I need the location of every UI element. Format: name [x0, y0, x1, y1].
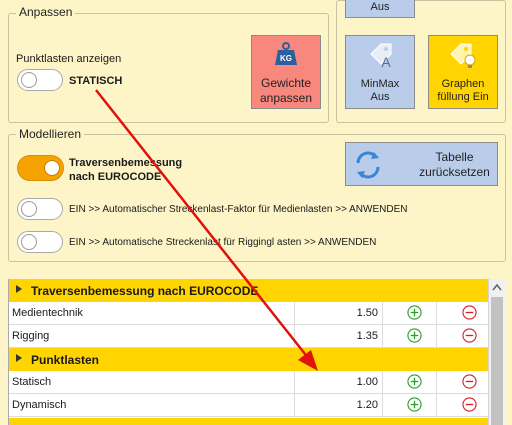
- medien-toggle[interactable]: [17, 198, 63, 220]
- tabelle-zuruecksetzen-button[interactable]: Tabelle zurücksetzen: [345, 142, 498, 186]
- section-title: Punktlasten: [31, 353, 100, 367]
- minus-cell: [437, 325, 489, 347]
- row-name: Rigging: [9, 325, 295, 347]
- modellieren-title: Modellieren: [16, 127, 85, 141]
- chevron-right-icon: [16, 285, 22, 293]
- minus-icon[interactable]: [462, 374, 477, 389]
- top-partial-tile[interactable]: Aus: [345, 0, 415, 18]
- minus-icon[interactable]: [462, 328, 477, 343]
- refresh-icon: [356, 151, 380, 179]
- plus-cell: [383, 302, 437, 324]
- top-partial-label: Aus: [370, 1, 390, 13]
- next-section-edge: [9, 418, 489, 425]
- scroll-thumb[interactable]: [491, 297, 503, 425]
- row-name: Dynamisch: [9, 394, 295, 416]
- punktlasten-state: STATISCH: [69, 75, 123, 87]
- toggle-knob: [44, 160, 60, 176]
- traversen-toggle[interactable]: [17, 155, 64, 181]
- minus-cell: [437, 371, 489, 393]
- minmax-label: MinMax Aus: [360, 78, 400, 103]
- plus-icon[interactable]: [407, 328, 422, 343]
- toggle-knob: [21, 234, 37, 250]
- row-name: Statisch: [9, 371, 295, 393]
- plus-cell: [383, 371, 437, 393]
- section-header-eurocode[interactable]: Traversenbemessung nach EUROCODE: [9, 279, 489, 302]
- section-title: Traversenbemessung nach EUROCODE: [31, 284, 259, 298]
- row-name: Medientechnik: [9, 302, 295, 324]
- plus-icon[interactable]: [407, 374, 422, 389]
- table-row: Medientechnik 1.50: [9, 302, 489, 325]
- factors-table: Traversenbemessung nach EUROCODE Medient…: [8, 279, 489, 425]
- toggle-knob: [21, 72, 37, 88]
- minus-icon[interactable]: [462, 397, 477, 412]
- toggle-knob: [21, 201, 37, 217]
- graphen-label: Graphen füllung Ein: [437, 78, 489, 103]
- section-header-punktlasten[interactable]: Punktlasten: [9, 348, 489, 371]
- table-row: Statisch 1.00: [9, 371, 489, 394]
- graphen-fuellung-button[interactable]: Graphen füllung Ein: [428, 35, 498, 109]
- plus-cell: [383, 394, 437, 416]
- rigging-toggle[interactable]: [17, 231, 63, 253]
- scroll-up-icon[interactable]: [489, 279, 505, 296]
- table-row: Dynamisch 1.20: [9, 394, 489, 417]
- row-value[interactable]: 1.00: [295, 371, 383, 393]
- plus-icon[interactable]: [407, 305, 422, 320]
- tag-a-icon: A: [370, 43, 392, 70]
- row-value[interactable]: 1.35: [295, 325, 383, 347]
- svg-text:A: A: [381, 54, 391, 70]
- anpassen-title: Anpassen: [16, 5, 76, 19]
- traversen-toggle-label: Traversenbemessung nach EUROCODE: [69, 157, 183, 183]
- punktlasten-label: Punktlasten anzeigen: [16, 53, 122, 65]
- table-scrollbar[interactable]: [488, 279, 505, 425]
- weight-kg-icon: KG: [275, 42, 297, 65]
- minus-cell: [437, 394, 489, 416]
- row-value[interactable]: 1.50: [295, 302, 383, 324]
- minus-icon[interactable]: [462, 305, 477, 320]
- rigging-toggle-label: EIN >> Automatische Streckenlast für Rig…: [69, 237, 377, 248]
- gewichte-label: Gewichte anpassen: [259, 76, 313, 105]
- medien-toggle-label: EIN >> Automatischer Streckenlast-Faktor…: [69, 204, 408, 215]
- tabelle-label: Tabelle zurücksetzen: [419, 150, 490, 179]
- tag-bulb-icon: [450, 43, 476, 68]
- plus-cell: [383, 325, 437, 347]
- gewichte-anpassen-button[interactable]: KG Gewichte anpassen: [251, 35, 321, 109]
- minus-cell: [437, 302, 489, 324]
- plus-icon[interactable]: [407, 397, 422, 412]
- row-value[interactable]: 1.20: [295, 394, 383, 416]
- minmax-button[interactable]: A MinMax Aus: [345, 35, 415, 109]
- table-row: Rigging 1.35: [9, 325, 489, 348]
- punktlasten-toggle[interactable]: [17, 69, 63, 91]
- chevron-right-icon: [16, 354, 22, 362]
- kg-badge: KG: [280, 54, 292, 63]
